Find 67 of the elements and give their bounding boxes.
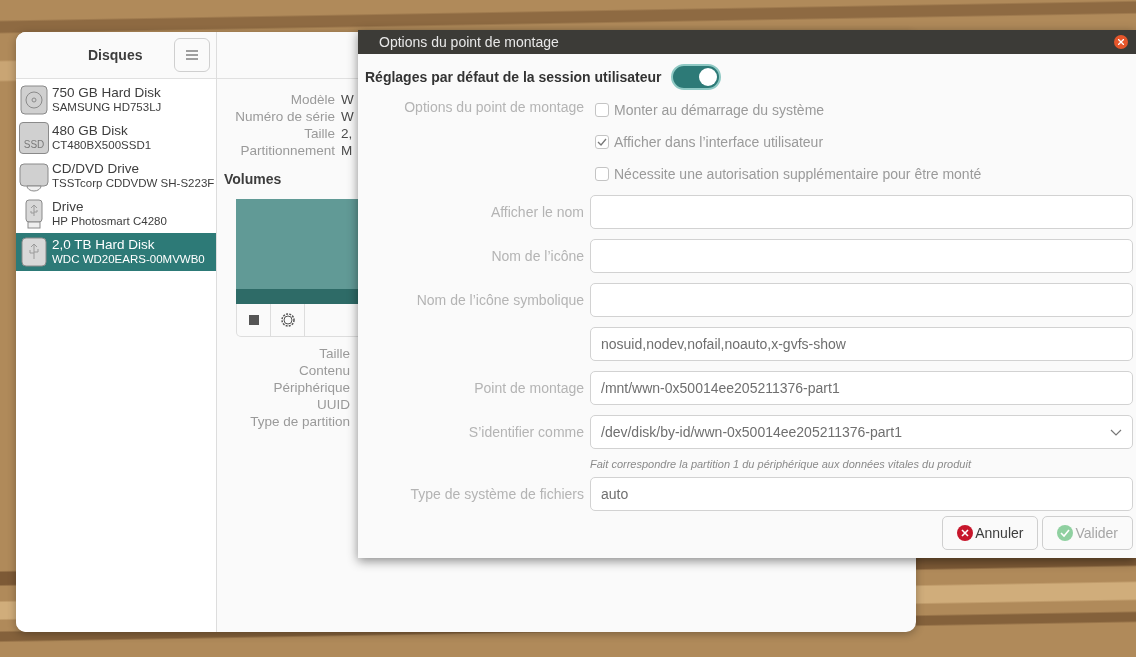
disk-model: HP Photosmart C4280 — [52, 214, 167, 229]
info-label: Numéro de série — [234, 108, 335, 125]
disk-name: Drive — [52, 199, 85, 214]
close-button[interactable] — [1114, 35, 1128, 49]
cancel-button[interactable]: Annuler — [942, 516, 1039, 550]
check-icon — [597, 138, 607, 146]
disk-model: SAMSUNG HD753LJ — [52, 100, 162, 115]
disk-name: 480 GB Disk — [52, 123, 129, 138]
info-value: 2, — [341, 125, 353, 142]
checkbox-label: Afficher dans l’interface utilisateur — [614, 134, 824, 150]
field-label: Afficher le nom — [489, 204, 584, 220]
close-icon — [1118, 39, 1124, 45]
checkbox-label: Monter au démarrage du système — [614, 102, 825, 118]
checkbox[interactable] — [595, 103, 609, 117]
optical-drive-icon — [19, 160, 49, 192]
window-title: Disques — [88, 47, 143, 63]
disk-item[interactable]: CD/DVD Drive TSSTcorp CDDVDW SH-S223F — [16, 157, 216, 195]
input-field[interactable] — [590, 195, 1133, 229]
field-label: S’identifier comme — [467, 424, 584, 440]
info-label: Modèle — [289, 91, 335, 108]
menu-icon — [186, 50, 198, 60]
toggle-label: Réglages par défaut de la session utilisateur — [365, 69, 662, 85]
checkbox[interactable] — [595, 135, 609, 149]
disk-name: CD/DVD Drive — [52, 161, 140, 176]
checkbox-label: Nécessite une autorisation supplémentaire pour être monté — [614, 166, 982, 182]
info-value: W — [341, 108, 354, 125]
disk-model: WDC WD20EARS-00MVWB0 — [52, 252, 205, 267]
info-value: W — [341, 91, 354, 108]
info-label: Taille — [303, 125, 335, 142]
disk-model: CT480BX500SSD1 — [52, 138, 152, 153]
input-field[interactable]: auto — [590, 477, 1133, 511]
stop-icon — [248, 315, 259, 325]
dialog-title: Options du point de montage — [379, 34, 559, 50]
disk-item[interactable]: 2,0 TB Hard Disk WDC WD20EARS-00MVWB0 — [16, 233, 216, 271]
input-field[interactable]: nosuid,nodev,nofail,noauto,x-gvfs-show — [590, 327, 1133, 361]
chevron-down-icon — [1110, 428, 1122, 436]
disk-name: 2,0 TB Hard Disk — [52, 237, 156, 252]
toggle-switch[interactable] — [671, 64, 722, 90]
disk-model: TSSTcorp CDDVDW SH-S223F — [52, 176, 215, 191]
cancel-icon — [957, 525, 974, 541]
hint-text: Fait correspondre la partition 1 du périphérique aux données vitales du produit — [590, 457, 973, 472]
info-label: UUID — [317, 396, 350, 413]
menu-button[interactable] — [174, 38, 210, 72]
info-label: Périphérique — [273, 379, 350, 396]
disk-item[interactable]: 750 GB Hard Disk SAMSUNG HD753LJ — [16, 81, 216, 119]
field-label: Nom de l’icône — [490, 248, 584, 264]
field-label: Point de montage — [473, 380, 584, 396]
check-icon — [1057, 525, 1074, 541]
input-field[interactable]: /mnt/wwn-0x50014ee205211376-part1 — [590, 371, 1133, 405]
field-label: Type de système de fichiers — [409, 486, 584, 502]
field-label: Options du point de montage — [403, 98, 584, 115]
field-label: Nom de l’icône symbolique — [415, 292, 584, 308]
dropdown-field[interactable]: /dev/disk/by-id/wwn-0x50014ee205211376-part1 — [590, 415, 1133, 449]
info-label: Contenu — [298, 362, 350, 379]
info-value: M — [341, 142, 353, 159]
disk-name: 750 GB Hard Disk — [52, 85, 162, 100]
disk-item[interactable]: SSD 480 GB Disk CT480BX500SSD1 — [16, 119, 216, 157]
info-label: Partitionnement — [239, 142, 335, 159]
checkbox[interactable] — [595, 167, 609, 181]
info-label: Taille — [319, 345, 350, 362]
settings-icon — [279, 312, 296, 328]
input-field[interactable] — [590, 239, 1133, 273]
ssd-icon: SSD — [19, 122, 49, 154]
volumes-heading: Volumes — [224, 171, 282, 187]
info-label: Type de partition — [250, 413, 350, 430]
input-field[interactable] — [590, 283, 1133, 317]
disk-item[interactable]: Drive HP Photosmart C4280 — [16, 195, 216, 233]
